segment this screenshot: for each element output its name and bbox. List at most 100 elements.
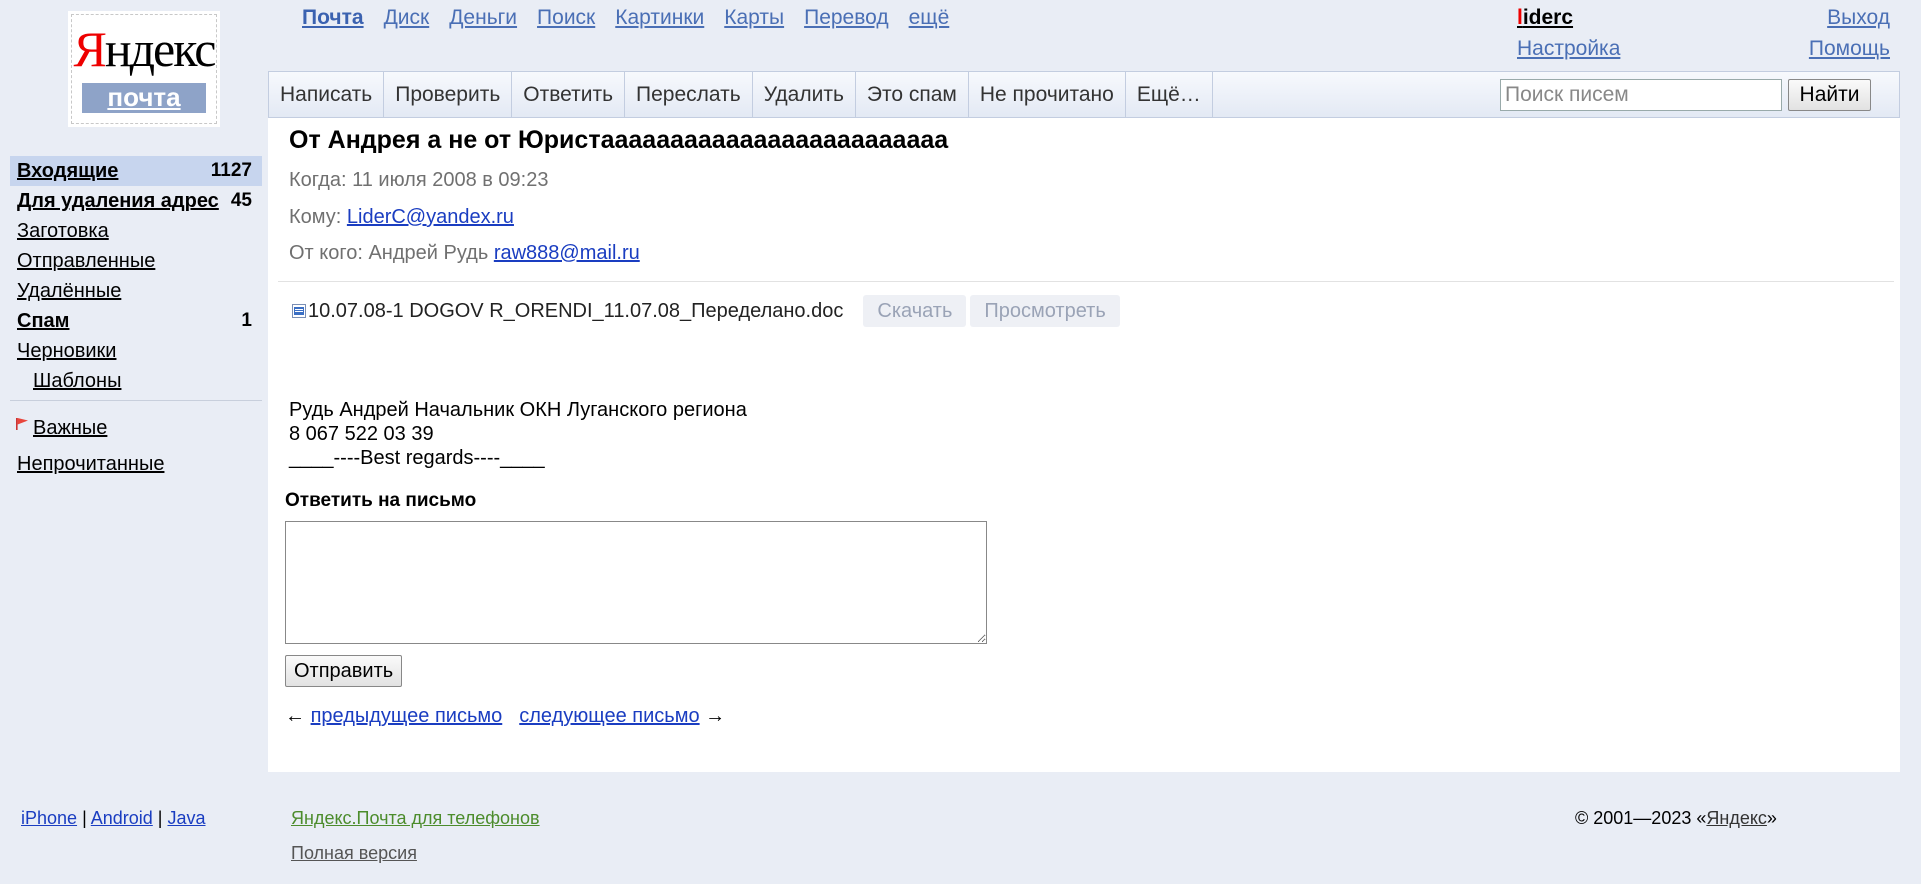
folder-deleted-label[interactable]: Удалённые <box>17 280 121 302</box>
folder-spam[interactable]: Спам 1 <box>10 306 262 336</box>
to-label: Кому: <box>289 206 342 228</box>
reply-heading: Ответить на письмо <box>285 490 477 511</box>
prev-message-link[interactable]: предыдущее письмо <box>311 705 503 727</box>
service-link-search[interactable]: Поиск <box>537 6 595 30</box>
logout-container: Выход <box>1827 6 1890 30</box>
body-line: ____----Best regards----____ <box>289 447 545 469</box>
send-button[interactable]: Отправить <box>285 655 403 687</box>
to-email-link[interactable]: LiderC@yandex.ru <box>347 206 514 228</box>
folder-for-deletion-label[interactable]: Для удаления адрес <box>17 190 219 212</box>
service-link-maps[interactable]: Карты <box>724 6 784 30</box>
attachment-filename[interactable]: 10.07.08-1 DOGOV R_ORENDI_11.07.08_Перед… <box>308 300 843 323</box>
sidebar-divider <box>10 400 262 401</box>
mail-search-input[interactable] <box>1500 79 1782 111</box>
folder-for-deletion[interactable]: Для удаления адрес 45 <box>10 186 262 216</box>
right-arrow-icon: → <box>705 705 726 727</box>
help-link[interactable]: Помощь <box>1809 37 1890 60</box>
search-button[interactable]: Найти <box>1788 79 1871 111</box>
reply-button[interactable]: Ответить <box>512 72 626 117</box>
message-panel: От Андрея а не от Юристааааааааааааааааа… <box>268 118 1900 772</box>
compose-button[interactable]: Написать <box>269 72 385 117</box>
check-mail-button[interactable]: Проверить <box>384 72 513 117</box>
user-login: liderc <box>1517 6 1573 30</box>
copyright-suffix: » <box>1766 808 1777 828</box>
mobile-version-container: Яндекс.Почта для телефонов <box>291 808 540 829</box>
service-link-images[interactable]: Картинки <box>615 6 704 30</box>
folder-drafts[interactable]: Черновики <box>10 336 262 366</box>
attachment-row: 10.07.08-1 DOGOV R_ORENDI_11.07.08_Перед… <box>292 294 1120 328</box>
service-link-more[interactable]: ещё <box>909 6 950 30</box>
folder-deleted[interactable]: Удалённые <box>10 276 262 306</box>
message-subject: От Андрея а не от Юристааааааааааааааааа… <box>289 126 949 154</box>
mobile-apps-links: iPhone | Android | Java <box>21 808 206 829</box>
from-name: Андрей Рудь <box>368 242 489 264</box>
app-link-iphone[interactable]: iPhone <box>21 808 77 828</box>
word-document-icon <box>292 304 306 318</box>
body-line: 8 067 522 03 39 <box>289 423 434 445</box>
body-line: Рудь Андрей Начальник ОКН Луганского рег… <box>289 399 747 421</box>
user-login-link[interactable]: liderc <box>1517 6 1573 29</box>
folder-inbox-count: 1127 <box>210 160 252 181</box>
label-unread[interactable]: Непрочитанные <box>17 453 164 476</box>
date-value: 11 июля 2008 в 09:23 <box>352 169 549 191</box>
next-message-link[interactable]: следующее письмо <box>519 705 699 727</box>
date-label: Когда: <box>289 169 347 191</box>
label-important-link[interactable]: Важные <box>33 417 107 439</box>
service-link-mail[interactable]: Почта <box>302 6 364 30</box>
reply-textarea[interactable] <box>285 521 987 644</box>
folder-inbox-label[interactable]: Входящие <box>17 160 118 182</box>
logo-product-label[interactable]: почта <box>82 83 206 113</box>
folder-template-draft-label[interactable]: Заготовка <box>17 220 109 242</box>
service-link-disk[interactable]: Диск <box>384 6 430 30</box>
logo-wordmark: Яндекс <box>72 21 217 77</box>
logo-word-rest: ндекс <box>104 21 217 77</box>
folder-inbox[interactable]: Входящие 1127 <box>10 156 262 186</box>
folder-template-draft[interactable]: Заготовка <box>10 216 262 246</box>
user-login-rest: iderc <box>1522 6 1574 29</box>
settings-container: Настройка <box>1517 37 1620 61</box>
label-important[interactable]: Важные <box>16 417 107 440</box>
folder-sent[interactable]: Отправленные <box>10 246 262 276</box>
service-link-translate[interactable]: Перевод <box>804 6 889 30</box>
settings-link[interactable]: Настройка <box>1517 37 1620 60</box>
mobile-mail-link[interactable]: Яндекс.Почта для телефонов <box>291 808 540 828</box>
copyright: © 2001—2023 «Яндекс» <box>1575 808 1777 829</box>
folder-spam-count: 1 <box>241 310 252 331</box>
message-date-row: Когда: 11 июля 2008 в 09:23 <box>289 169 548 192</box>
toolbar-buttons: Написать Проверить Ответить Переслать Уд… <box>269 72 1213 117</box>
folder-for-deletion-count: 45 <box>230 190 252 211</box>
services-nav: Почта Диск Деньги Поиск Картинки Карты П… <box>302 6 949 30</box>
copyright-prefix: © 2001—2023 « <box>1575 808 1707 828</box>
delete-button[interactable]: Удалить <box>753 72 856 117</box>
label-unread-link[interactable]: Непрочитанные <box>17 453 164 475</box>
message-navigation: ← предыдущее письмо следующее письмо → <box>285 705 725 728</box>
service-link-money[interactable]: Деньги <box>449 6 517 30</box>
attachment-view-button[interactable]: Просмотреть <box>970 295 1120 327</box>
folder-templates[interactable]: Шаблоны <box>10 366 262 396</box>
folder-drafts-label[interactable]: Черновики <box>17 340 116 362</box>
forward-button[interactable]: Переслать <box>625 72 753 117</box>
message-body: Рудь Андрей Начальник ОКН Луганского рег… <box>289 398 747 470</box>
full-version-link[interactable]: Полная версия <box>291 843 417 863</box>
logout-link[interactable]: Выход <box>1827 6 1890 29</box>
folder-templates-label[interactable]: Шаблоны <box>33 370 121 392</box>
message-from-row: От кого: Андрей Рудь raw888@mail.ru <box>289 242 640 265</box>
folder-spam-label[interactable]: Спам <box>17 310 69 332</box>
yandex-mail-logo[interactable]: Яндекс почта <box>71 14 217 124</box>
folder-sent-label[interactable]: Отправленные <box>17 250 155 272</box>
help-container: Помощь <box>1809 37 1890 61</box>
header-divider <box>278 281 1894 282</box>
spam-button[interactable]: Это спам <box>856 72 969 117</box>
left-arrow-icon: ← <box>285 705 305 727</box>
from-email-link[interactable]: raw888@mail.ru <box>494 242 640 264</box>
mark-unread-button[interactable]: Не прочитано <box>969 72 1126 117</box>
copyright-yandex-link[interactable]: Яндекс <box>1706 808 1767 828</box>
more-actions-button[interactable]: Ещё… <box>1126 72 1213 117</box>
app-link-java[interactable]: Java <box>167 808 205 828</box>
app-link-android[interactable]: Android <box>91 808 153 828</box>
red-flag-icon <box>16 418 28 430</box>
message-to-row: Кому: LiderC@yandex.ru <box>289 206 514 229</box>
attachment-download-button[interactable]: Скачать <box>863 295 967 327</box>
from-label: От кого: <box>289 242 363 264</box>
folder-list: Входящие 1127 Для удаления адрес 45 Заго… <box>10 156 262 396</box>
